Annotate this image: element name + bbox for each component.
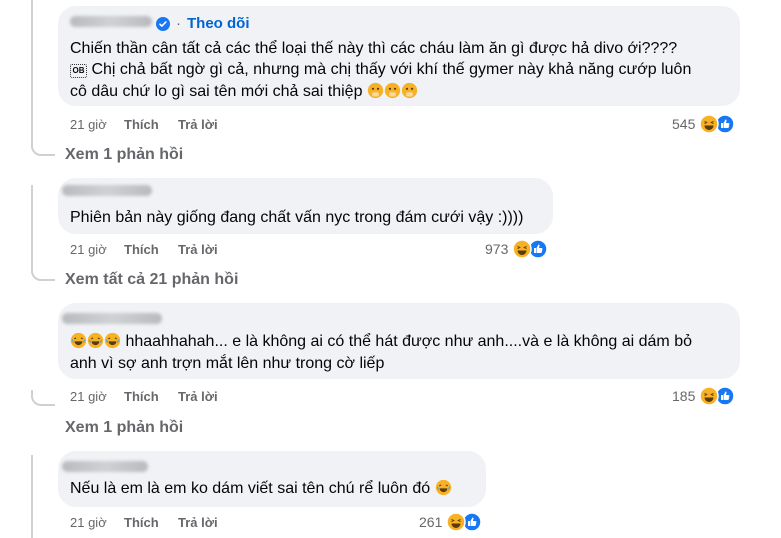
comment-actions: 21 giờ Thích Trả lời	[70, 117, 218, 132]
like-button[interactable]: Thích	[124, 242, 178, 257]
comment-actions: 21 giờ Thích Trả lời	[70, 389, 218, 404]
haha-reaction-icon	[446, 512, 467, 532]
separator-dot: ·	[176, 15, 181, 32]
reply-button[interactable]: Trả lời	[178, 242, 218, 257]
follow-button[interactable]: Theo dõi	[187, 15, 250, 32]
comment-text-line: anh vì sợ anh trợn mắt lên như trong cờ …	[70, 355, 385, 372]
reply-button[interactable]: Trả lời	[178, 515, 218, 530]
thread-branch	[31, 390, 55, 406]
verified-badge-icon	[156, 16, 170, 31]
thread-line	[31, 185, 33, 273]
author-name-blurred[interactable]	[62, 313, 162, 324]
reply-button[interactable]: Trả lời	[178, 117, 218, 132]
ob-sticker-icon: OB	[70, 64, 87, 78]
comment-text-line: Chị chả bất ngờ gì cả, nhưng mà chị thấy…	[91, 61, 692, 78]
reaction-count: 185	[672, 388, 696, 404]
comment-text-line: Chiến thần cân tất cả các thể loại thế n…	[70, 40, 678, 57]
view-replies-link[interactable]: Xem tất cả 21 phản hồi	[65, 271, 238, 289]
haha-reaction-icon	[512, 239, 533, 259]
comment-text-line: Phiên bản này giống đang chất vấn nyc tr…	[70, 209, 524, 226]
hand-over-mouth-emoji	[401, 82, 418, 99]
author-name-blurred[interactable]	[62, 461, 148, 472]
reaction-summary[interactable]: 185	[672, 386, 736, 406]
laughing-emoji	[104, 332, 121, 349]
comment-text-line: cô dâu chứ lo gì sai tên mới chả sai thi…	[70, 83, 363, 100]
thread-line	[31, 0, 33, 148]
haha-reaction-icon	[699, 386, 720, 406]
comment-text-line: Nếu là em là em ko dám viết sai tên chú …	[70, 480, 431, 497]
comment-text-line-with-emoji: hhaahhahah... e là không ai có thể hát đ…	[70, 330, 692, 353]
reaction-summary[interactable]: 261	[419, 512, 483, 532]
timestamp[interactable]: 21 giờ	[70, 515, 124, 530]
like-button[interactable]: Thích	[124, 117, 178, 132]
reaction-count: 973	[485, 241, 509, 257]
reaction-count: 545	[672, 116, 696, 132]
comment-text-line-with-emoji: cô dâu chứ lo gì sai tên mới chả sai thi…	[70, 80, 418, 103]
author-badges: · Theo dõi	[156, 15, 250, 32]
reaction-summary[interactable]: 545	[672, 114, 736, 134]
hand-over-mouth-emoji	[367, 82, 384, 99]
laughing-emoji	[87, 332, 104, 349]
like-button[interactable]: Thích	[124, 389, 178, 404]
author-name-blurred[interactable]	[70, 16, 152, 27]
reply-button[interactable]: Trả lời	[178, 389, 218, 404]
author-name-blurred[interactable]	[62, 185, 152, 196]
comment-text-line-with-icon: OB Chị chả bất ngờ gì cả, nhưng mà chị t…	[70, 58, 691, 81]
view-replies-link[interactable]: Xem 1 phản hồi	[65, 419, 183, 437]
hand-over-mouth-emoji	[384, 82, 401, 99]
timestamp[interactable]: 21 giờ	[70, 242, 124, 257]
haha-reaction-icon	[699, 114, 720, 134]
comment-text-line: hhaahhahah... e là không ai có thể hát đ…	[125, 333, 692, 350]
timestamp[interactable]: 21 giờ	[70, 117, 124, 132]
comment-actions: 21 giờ Thích Trả lời	[70, 242, 218, 257]
like-button[interactable]: Thích	[124, 515, 178, 530]
laughing-emoji	[70, 332, 87, 349]
thread-branch	[31, 265, 55, 281]
reaction-summary[interactable]: 973	[485, 239, 549, 259]
thread-line	[31, 455, 33, 538]
reaction-count: 261	[419, 514, 443, 530]
thread-branch	[31, 140, 55, 156]
laughing-emoji	[435, 479, 451, 496]
comment-actions: 21 giờ Thích Trả lời	[70, 515, 218, 530]
comment-text-line-with-emoji: Nếu là em là em ko dám viết sai tên chú …	[70, 477, 452, 500]
timestamp[interactable]: 21 giờ	[70, 389, 124, 404]
view-replies-link[interactable]: Xem 1 phản hồi	[65, 146, 183, 164]
